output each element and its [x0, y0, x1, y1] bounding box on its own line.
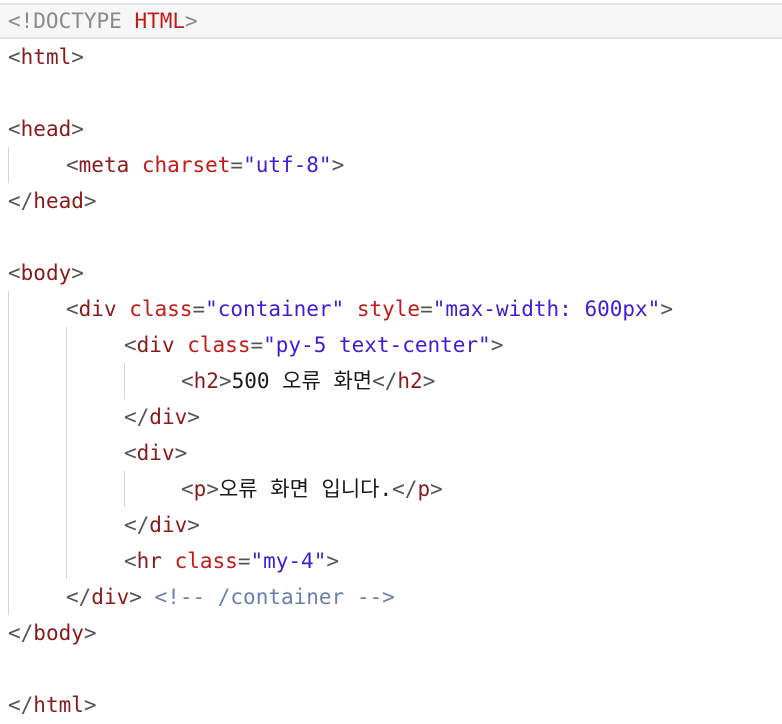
- doctype-open: <!DOCTYPE: [8, 9, 135, 33]
- indent-guide: [66, 327, 67, 363]
- indent-guide: [8, 363, 9, 399]
- charset-attr: charset: [141, 153, 231, 177]
- h2-text: 500 오류 화면: [231, 369, 373, 393]
- div-tag: div: [136, 333, 175, 357]
- code-line-html-open[interactable]: <html>: [0, 39, 782, 75]
- container-class-value: "container": [205, 297, 345, 321]
- indent-guide: [8, 543, 9, 579]
- container-style-value: "max-width: 600px": [432, 297, 661, 321]
- code-line-div-open[interactable]: <div>: [0, 435, 782, 471]
- code-line-hr[interactable]: <hr class="my-4">: [0, 543, 782, 579]
- indent-guide: [8, 435, 9, 471]
- indent-guide: [8, 327, 9, 363]
- class-attr: class: [129, 297, 193, 321]
- div-close-tag: div: [149, 405, 188, 429]
- charset-value: "utf-8": [243, 153, 332, 177]
- code-line-div-close[interactable]: </div>: [0, 507, 782, 543]
- style-attr: style: [356, 297, 421, 321]
- class-attr: class: [174, 549, 238, 573]
- html-tag: html: [20, 45, 72, 69]
- code-line-container-close[interactable]: </div> <!-- /container -->: [0, 579, 782, 615]
- container-comment: <!-- /container -->: [154, 585, 395, 609]
- code-line-h2[interactable]: <h2>500 오류 화면</h2>: [0, 363, 782, 399]
- code-line-blank[interactable]: [0, 75, 782, 111]
- div-close-tag: div: [149, 513, 188, 537]
- class-attr: class: [187, 333, 251, 357]
- code-line-head-open[interactable]: <head>: [0, 111, 782, 147]
- py5-class-value: "py-5 text-center": [263, 333, 491, 357]
- body-close-tag: body: [33, 621, 84, 645]
- indent-guide: [66, 543, 67, 579]
- indent-guide: [8, 471, 9, 507]
- code-line-body-close[interactable]: </body>: [0, 615, 782, 651]
- indent-guide: [124, 471, 125, 507]
- code-line-container-open[interactable]: <div class="container" style="max-width:…: [0, 291, 782, 327]
- head-tag: head: [20, 117, 72, 141]
- h2-close-tag: h2: [397, 369, 423, 393]
- indent-guide: [8, 147, 9, 183]
- code-line-py5-div-open[interactable]: <div class="py-5 text-center">: [0, 327, 782, 363]
- indent-guide: [8, 291, 9, 327]
- code-line-head-close[interactable]: </head>: [0, 183, 782, 219]
- hr-tag: hr: [136, 549, 162, 573]
- indent-guide: [66, 507, 67, 543]
- indent-guide: [8, 579, 9, 615]
- html-close-tag: html: [33, 693, 84, 717]
- code-line-html-close[interactable]: </html>: [0, 687, 782, 723]
- code-line-body-open[interactable]: <body>: [0, 255, 782, 291]
- div-tag: div: [136, 441, 175, 465]
- indent-guide: [8, 507, 9, 543]
- doctype-close: >: [185, 9, 198, 33]
- div-close-tag: div: [91, 585, 130, 609]
- indent-guide: [66, 363, 67, 399]
- indent-guide: [66, 435, 67, 471]
- p-text: 오류 화면 입니다.: [218, 477, 393, 501]
- indent-guide: [8, 399, 9, 435]
- indent-guide: [124, 363, 125, 399]
- body-tag: body: [20, 261, 72, 285]
- code-line-p[interactable]: <p>오류 화면 입니다.</p>: [0, 471, 782, 507]
- code-line-blank[interactable]: [0, 651, 782, 687]
- h2-tag: h2: [193, 369, 219, 393]
- indent-guide: [66, 399, 67, 435]
- hr-class-value: "my-4": [250, 549, 327, 573]
- code-line-div-close[interactable]: </div>: [0, 399, 782, 435]
- meta-tag: meta: [78, 153, 130, 177]
- div-tag: div: [78, 297, 117, 321]
- code-editor[interactable]: <!DOCTYPE HTML> <html> <head> <meta char…: [0, 0, 782, 724]
- head-close-tag: head: [33, 189, 84, 213]
- code-line-doctype[interactable]: <!DOCTYPE HTML>: [0, 3, 782, 39]
- indent-guide: [66, 471, 67, 507]
- code-line-meta[interactable]: <meta charset="utf-8">: [0, 147, 782, 183]
- code-line-blank[interactable]: [0, 219, 782, 255]
- p-close-tag: p: [417, 477, 431, 501]
- p-tag: p: [193, 477, 207, 501]
- doctype-keyword: HTML: [134, 9, 186, 33]
